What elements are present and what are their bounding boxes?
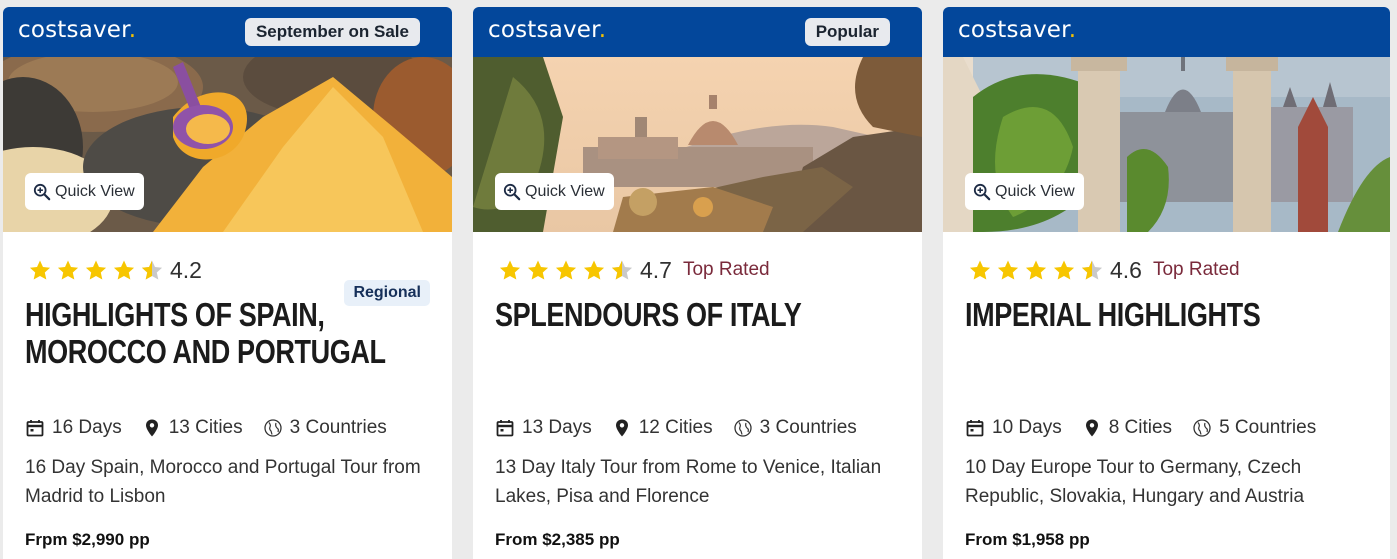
tour-card[interactable]: costsaver. Quick View 4.6 Top Rated IMPE… <box>943 7 1390 559</box>
star-icon <box>113 259 135 280</box>
top-rated-label: Top Rated <box>1152 259 1240 280</box>
globe-icon <box>263 419 282 437</box>
card-header: costsaver. <box>943 7 1390 57</box>
map-pin-icon <box>145 419 158 437</box>
brand-logo: costsaver. <box>958 17 1077 43</box>
star-icon <box>969 259 991 280</box>
search-plus-icon <box>503 183 521 200</box>
star-icon <box>583 259 605 280</box>
calendar-icon <box>966 420 984 437</box>
card-header: costsaver. Popular <box>473 7 922 57</box>
quick-view-label: Quick View <box>995 182 1075 200</box>
brand-logo: costsaver. <box>18 17 137 43</box>
cities-label: 8 Cities <box>1108 417 1173 438</box>
half-star-icon <box>141 259 163 280</box>
quick-view-label: Quick View <box>525 182 605 200</box>
star-icon <box>85 259 107 280</box>
star-rating <box>968 259 1104 282</box>
countries-label: 3 Countries <box>759 417 857 438</box>
tour-card[interactable]: costsaver. Popular Quick View 4.7 Top Ra… <box>473 7 922 559</box>
tour-description: 16 Day Spain, Morocco and Portugal Tour … <box>25 457 421 507</box>
quick-view-button[interactable]: Quick View <box>965 173 1084 210</box>
tag-badge: Regional <box>344 280 430 306</box>
tour-description: 10 Day Europe Tour to Germany, Czech Rep… <box>965 457 1305 507</box>
globe-icon <box>1193 419 1211 437</box>
half-star-icon <box>1081 259 1103 280</box>
globe-icon <box>733 419 752 437</box>
map-pin-icon <box>615 419 628 437</box>
star-icon <box>57 259 79 280</box>
tour-price: From $1,958 pp <box>965 530 1090 549</box>
tour-title[interactable]: SPLENDOURS OF ITALY <box>495 296 827 386</box>
tour-meta: 13 Days 12 Cities 3 Countries <box>495 416 900 440</box>
tour-image[interactable]: Quick View <box>3 57 452 232</box>
search-plus-icon <box>973 183 991 200</box>
tour-title[interactable]: HIGHLIGHTS OF SPAIN, MOROCCO AND PORTUGA… <box>25 296 386 386</box>
cities-label: 13 Cities <box>168 417 243 438</box>
quick-view-label: Quick View <box>55 182 135 200</box>
search-plus-icon <box>33 183 51 200</box>
days-label: 13 Days <box>522 417 592 438</box>
star-icon <box>527 259 549 280</box>
star-icon <box>1053 259 1075 280</box>
rating-value: 4.6 <box>1110 256 1142 283</box>
rating-row: 4.7 Top Rated <box>495 256 900 284</box>
brand-logo: costsaver. <box>488 17 607 43</box>
star-rating <box>28 259 164 282</box>
star-icon <box>1025 259 1047 280</box>
countries-label: 5 Countries <box>1219 417 1317 438</box>
tour-meta: 16 Days 13 Cities 3 Countries <box>25 416 430 440</box>
tour-image[interactable]: Quick View <box>943 57 1390 232</box>
calendar-icon <box>26 420 44 437</box>
star-icon <box>555 259 577 280</box>
top-rated-label: Top Rated <box>682 259 770 280</box>
star-rating <box>498 259 634 282</box>
promo-badge: September on Sale <box>244 18 420 46</box>
tour-price: Frpm $2,990 pp <box>25 530 150 549</box>
days-label: 10 Days <box>992 417 1062 438</box>
quick-view-button[interactable]: Quick View <box>495 173 614 210</box>
calendar-icon <box>496 420 514 437</box>
star-icon <box>499 259 521 280</box>
card-body: 4.7 Top Rated SPLENDOURS OF ITALY 13 Day… <box>473 256 922 550</box>
cities-label: 12 Cities <box>638 417 713 438</box>
rating-value: 4.2 <box>170 256 202 283</box>
countries-label: 3 Countries <box>289 417 387 438</box>
days-label: 16 Days <box>52 417 122 438</box>
half-star-icon <box>611 259 633 280</box>
tour-price: From $2,385 pp <box>495 530 620 549</box>
map-pin-icon <box>1085 419 1098 437</box>
star-icon <box>29 259 51 280</box>
tour-title[interactable]: IMPERIAL HIGHLIGHTS <box>965 296 1295 386</box>
quick-view-button[interactable]: Quick View <box>25 173 144 210</box>
tour-description: 13 Day Italy Tour from Rome to Venice, I… <box>495 457 882 507</box>
card-body: 4.6 Top Rated IMPERIAL HIGHLIGHTS 10 Day… <box>943 256 1390 550</box>
tour-card[interactable]: costsaver. September on Sale Quick View <box>3 7 452 559</box>
rating-value: 4.7 <box>640 256 672 283</box>
star-icon <box>997 259 1019 280</box>
card-header: costsaver. September on Sale <box>3 7 452 57</box>
promo-badge: Popular <box>804 18 890 46</box>
tour-image[interactable]: Quick View <box>473 57 922 232</box>
tour-meta: 10 Days 8 Cities 5 Countries <box>965 416 1368 440</box>
rating-row: 4.6 Top Rated <box>965 256 1368 284</box>
card-body: 4.2 Regional HIGHLIGHTS OF SPAIN, MOROCC… <box>3 256 452 550</box>
